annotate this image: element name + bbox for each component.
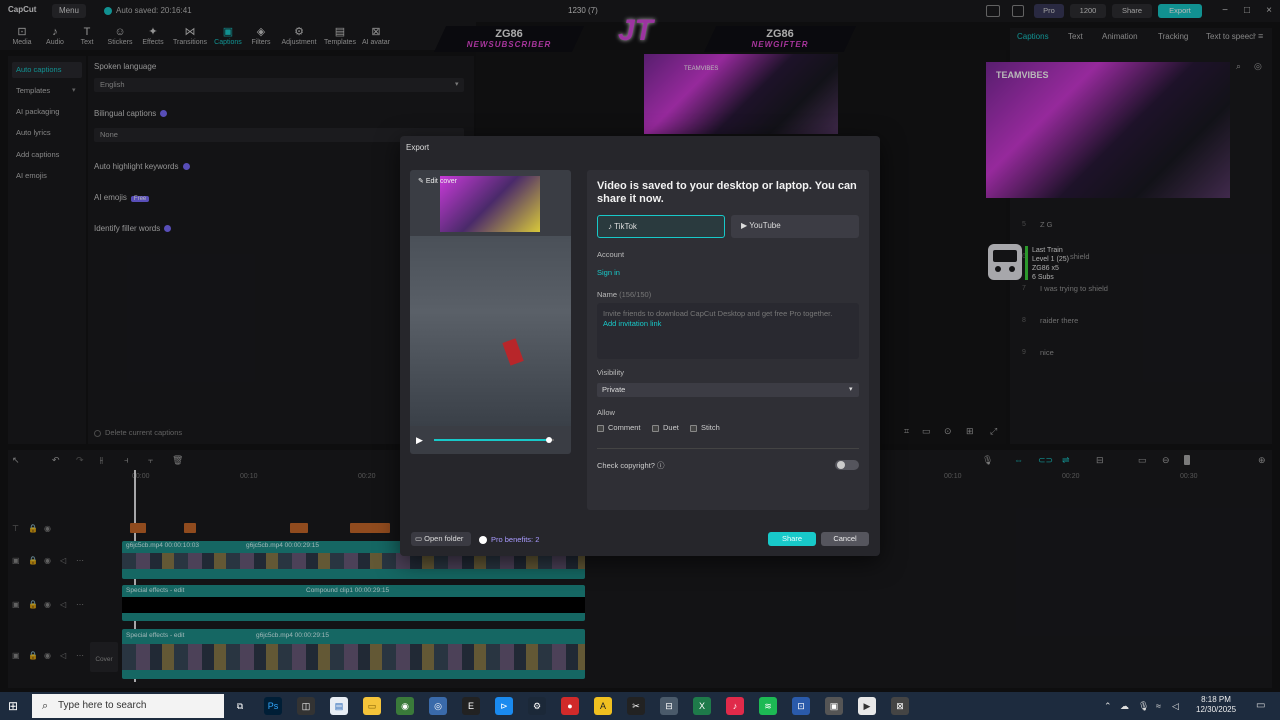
epic-games-icon[interactable]: E [462, 697, 480, 715]
toggle-knob [837, 461, 845, 469]
info-icon: ⓘ [657, 461, 665, 470]
allow-label: Allow [597, 408, 615, 417]
youtube-icon: ▶ [741, 221, 750, 230]
network-icon[interactable]: ☁ [1120, 701, 1129, 712]
checkbox-icon [597, 424, 604, 432]
app-icon[interactable]: ♪ [726, 697, 744, 715]
cover-preview [410, 170, 571, 454]
excel-icon[interactable]: X [693, 697, 711, 715]
pro-icon [479, 536, 487, 545]
microphone-icon[interactable]: 🎙 [1138, 701, 1149, 712]
folder-icon: ▭ [415, 534, 425, 543]
app-icon[interactable]: ◫ [297, 697, 315, 715]
name-placeholder: Invite friends to download CapCut Deskto… [603, 309, 833, 318]
share-submit-button[interactable]: Share [768, 532, 816, 546]
app-icon[interactable]: ⊡ [792, 697, 810, 715]
windows-start-icon[interactable]: ⊞ [8, 699, 22, 713]
spotify-icon[interactable]: ≋ [759, 697, 777, 715]
chevron-down-icon: ▾ [849, 386, 853, 393]
edit-icon: ✎ [418, 178, 426, 185]
copyright-toggle[interactable] [835, 460, 859, 470]
checkbox-icon [690, 424, 697, 432]
cancel-button[interactable]: Cancel [821, 532, 869, 546]
sign-in-link[interactable]: Sign in [597, 268, 620, 277]
dialog-title: Export [406, 143, 430, 152]
app-icon[interactable]: ⊳ [495, 697, 513, 715]
duet-checkbox[interactable]: Duet [652, 423, 679, 432]
youtube-option[interactable]: ▶ YouTube [731, 215, 859, 238]
visibility-select[interactable]: Private [597, 383, 859, 397]
play-icon[interactable]: ▶ [416, 435, 423, 446]
edit-cover-button[interactable]: ✎ Edit cover [418, 177, 457, 185]
photoshop-icon[interactable]: Ps [264, 697, 282, 715]
open-folder-button[interactable]: ▭ Open folder [411, 532, 471, 546]
divider [597, 448, 859, 449]
comment-checkbox[interactable]: Comment [597, 423, 641, 432]
cover-game-image [410, 236, 571, 426]
search-icon: ⌕ [42, 700, 49, 712]
pro-benefits[interactable]: Pro benefits: 2 [479, 535, 539, 545]
playback-progress-track[interactable] [434, 439, 554, 441]
taskbar-search[interactable]: Type here to search [32, 694, 224, 718]
name-textarea[interactable]: Invite friends to download CapCut Deskto… [597, 303, 859, 359]
clock-date: 12/30/2025 [1196, 705, 1237, 714]
app-icon[interactable]: ● [561, 697, 579, 715]
visibility-label: Visibility [597, 368, 624, 377]
tiktok-option[interactable]: ♪ TikTok [597, 215, 725, 238]
app-icon[interactable]: A [594, 697, 612, 715]
notepad-icon[interactable]: ▤ [330, 697, 348, 715]
checkbox-icon [652, 424, 659, 432]
app-icon[interactable]: ⊟ [660, 697, 678, 715]
browser-icon[interactable]: ◎ [429, 697, 447, 715]
saved-message: Video is saved to your desktop or laptop… [597, 180, 857, 205]
media-player-icon[interactable]: ▶ [858, 697, 876, 715]
steam-icon[interactable]: ⚙ [528, 697, 546, 715]
taskbar-clock[interactable]: 8:18 PM 12/30/2025 [1196, 695, 1236, 715]
clock-time: 8:18 PM [1201, 695, 1231, 704]
add-invitation-link[interactable]: Add invitation link [603, 319, 661, 328]
playback-progress-fill [434, 439, 550, 441]
file-explorer-icon[interactable]: ▭ [363, 697, 381, 715]
show-hidden-icon[interactable]: ⌃ [1104, 701, 1112, 712]
copyright-label: Check copyright? ⓘ [597, 461, 665, 470]
volume-icon[interactable]: ◁ [1172, 701, 1179, 712]
name-label: Name (156/150) [597, 290, 652, 299]
app-icon[interactable]: ▣ [825, 697, 843, 715]
stitch-checkbox[interactable]: Stitch [690, 423, 720, 432]
wifi-icon[interactable]: ≈ [1156, 701, 1161, 711]
chrome-icon[interactable]: ◉ [396, 697, 414, 715]
task-view-icon[interactable]: ⧉ [231, 697, 249, 715]
notifications-icon[interactable]: ▭ [1256, 700, 1265, 711]
capcut-active-icon[interactable]: ⊠ [891, 697, 909, 715]
capcut-icon[interactable]: ✂ [627, 697, 645, 715]
account-label: Account [597, 250, 625, 259]
